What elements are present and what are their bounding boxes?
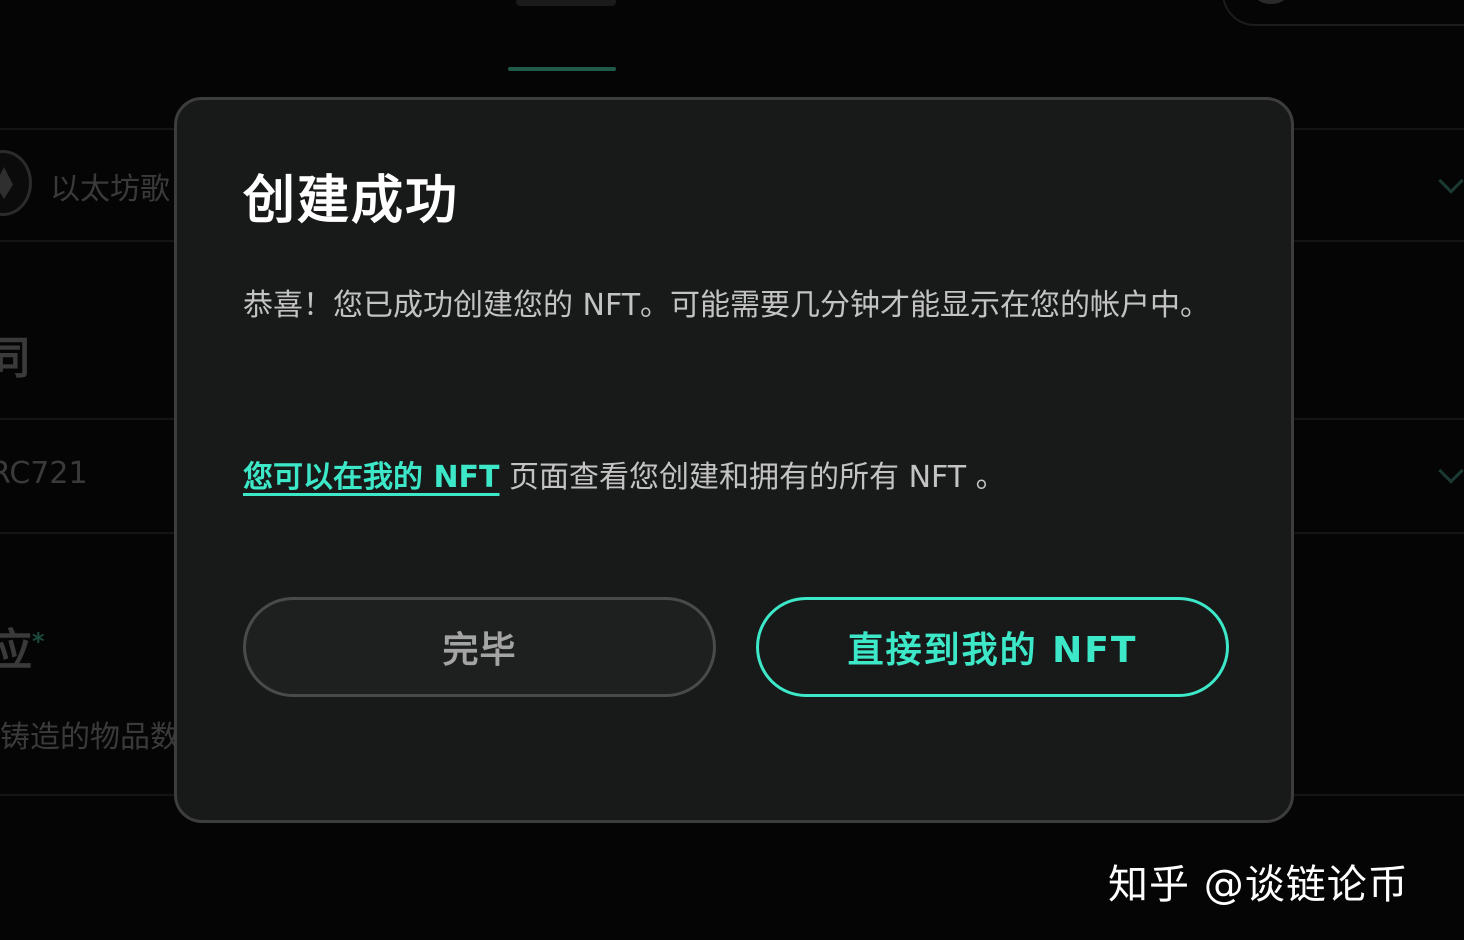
dialog-title: 创建成功 [243,171,460,231]
go-to-my-nft-button[interactable]: 直接到我的 NFT [756,597,1229,697]
background-supply-hint: 铸造的物品数 [0,720,180,755]
chevron-down-icon [1438,458,1464,484]
background-network-label: 以太坊歌 [50,172,170,207]
background-contract-heading: 同 [0,333,30,384]
zhihu-watermark: 知乎 @谈链论币 [1108,862,1409,908]
dialog-note-text: 页面查看您创建和拥有的所有 NFT 。 [499,460,1006,495]
dialog-note: 您可以在我的 NFT 页面查看您创建和拥有的所有 NFT 。 [243,454,1233,502]
success-dialog: 创建成功 恭喜！您已成功创建您的 NFT。可能需要几分钟才能显示在您的帐户中。 … [174,97,1294,823]
background-supply-heading: 应* [0,625,45,676]
my-nft-link[interactable]: 您可以在我的 NFT [243,460,500,495]
done-button[interactable]: 完毕 [243,597,716,697]
background-token-standard: RC721 [0,456,88,491]
page: 以太坊歌 同 RC721 应* 铸造的物品数 创建成功 恭喜！您已成功创建您的 … [0,0,1464,940]
required-asterisk: * [32,627,45,656]
background-search-pill [1222,0,1464,26]
background-tab-label [516,0,616,6]
background-tab-underline [508,67,616,71]
dialog-body-text: 恭喜！您已成功创建您的 NFT。可能需要几分钟才能显示在您的帐户中。 [243,288,1211,323]
